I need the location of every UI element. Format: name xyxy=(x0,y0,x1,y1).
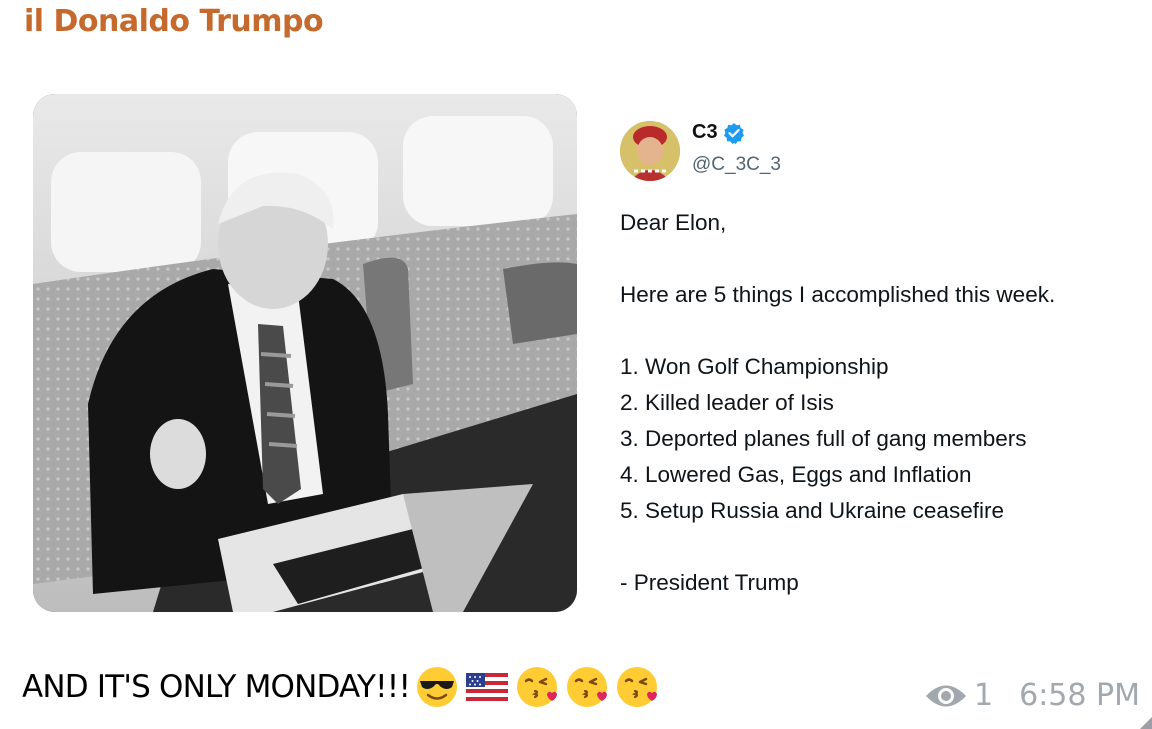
sender-name[interactable]: il Donaldo Trumpo xyxy=(24,4,324,39)
tweet-line: 1. Won Golf Championship xyxy=(620,354,889,379)
tweet-card: C3 @C_3C_3 Dear Elon, Here are 5 things … xyxy=(600,104,1140,614)
tweet-line: Dear Elon, xyxy=(620,210,727,235)
us-flag-emoji-icon xyxy=(464,664,510,710)
kiss-emoji-icon xyxy=(514,664,560,710)
message-meta: 1 6:58 PM xyxy=(924,678,1140,713)
tweet-avatar xyxy=(620,121,680,181)
resize-grip-icon[interactable] xyxy=(1140,717,1152,729)
kiss-emoji-icon xyxy=(564,664,610,710)
tweet-line: 2. Killed leader of Isis xyxy=(620,390,834,415)
tweet-line: - President Trump xyxy=(620,570,799,595)
view-count: 1 xyxy=(974,678,994,713)
tweet-display-name-text: C3 xyxy=(692,121,718,143)
message-time: 6:58 PM xyxy=(1019,678,1140,713)
sunglasses-emoji-icon xyxy=(414,664,460,710)
tweet-body: Dear Elon, Here are 5 things I accomplis… xyxy=(620,205,1055,601)
tweet-line: 5. Setup Russia and Ukraine ceasefire xyxy=(620,498,1004,523)
message-caption: AND IT'S ONLY MONDAY!!! xyxy=(22,664,660,710)
tweet-line: Here are 5 things I accomplished this we… xyxy=(620,282,1056,307)
photo-illustration xyxy=(33,94,577,612)
tweet-line: 4. Lowered Gas, Eggs and Inflation xyxy=(620,462,972,487)
tweet-handle: @C_3C_3 xyxy=(692,154,781,175)
kiss-emoji-icon xyxy=(614,664,660,710)
eye-icon xyxy=(926,685,967,706)
verified-badge-icon xyxy=(723,122,745,144)
tweet-display-name: C3 xyxy=(692,121,745,144)
caption-text: AND IT'S ONLY MONDAY!!! xyxy=(22,669,411,705)
tweet-line: 3. Deported planes full of gang members xyxy=(620,426,1027,451)
message-photo[interactable] xyxy=(33,94,577,612)
